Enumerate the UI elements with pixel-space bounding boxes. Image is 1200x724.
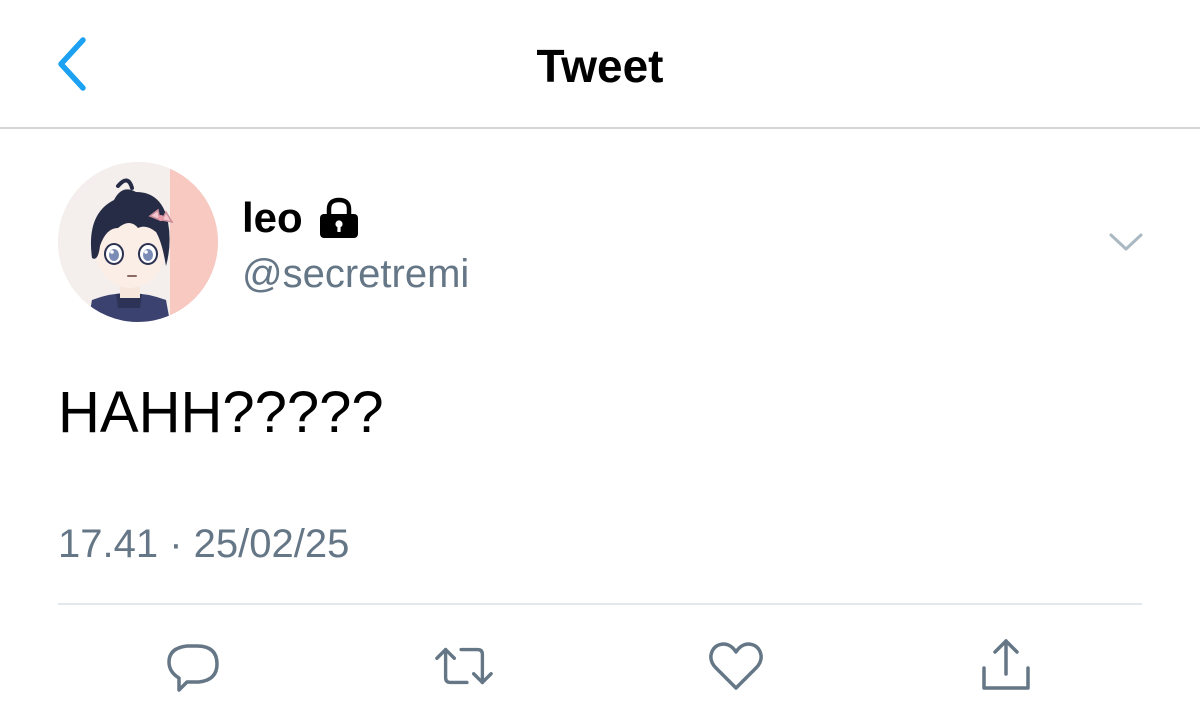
retweet-button[interactable]: [434, 636, 494, 696]
chevron-down-icon: [1109, 233, 1143, 251]
reply-icon: [167, 644, 219, 692]
nav-header: Tweet: [0, 0, 1200, 129]
retweet-icon: [435, 647, 493, 685]
lock-icon: [317, 197, 361, 239]
more-options-button[interactable]: [1104, 222, 1148, 262]
header-divider: [0, 127, 1200, 129]
heart-icon: [709, 642, 763, 690]
tweet-timestamp: 17.41 · 25/02/25: [58, 522, 350, 566]
share-icon: [982, 639, 1030, 690]
username[interactable]: @secretremi: [242, 246, 469, 302]
tweet-text: HAHH?????: [58, 380, 384, 445]
display-name[interactable]: leo: [242, 190, 303, 246]
avatar[interactable]: [58, 162, 218, 322]
actions-divider: [58, 603, 1142, 605]
tweet-detail-screen: Tweet leo @secretremi HAHH????? 17.41 · …: [0, 0, 1200, 724]
share-button[interactable]: [976, 636, 1036, 696]
avatar-image: [58, 162, 218, 322]
like-button[interactable]: [706, 636, 766, 696]
display-name-row: leo: [242, 190, 361, 246]
reply-button[interactable]: [163, 636, 223, 696]
page-title: Tweet: [536, 40, 664, 92]
